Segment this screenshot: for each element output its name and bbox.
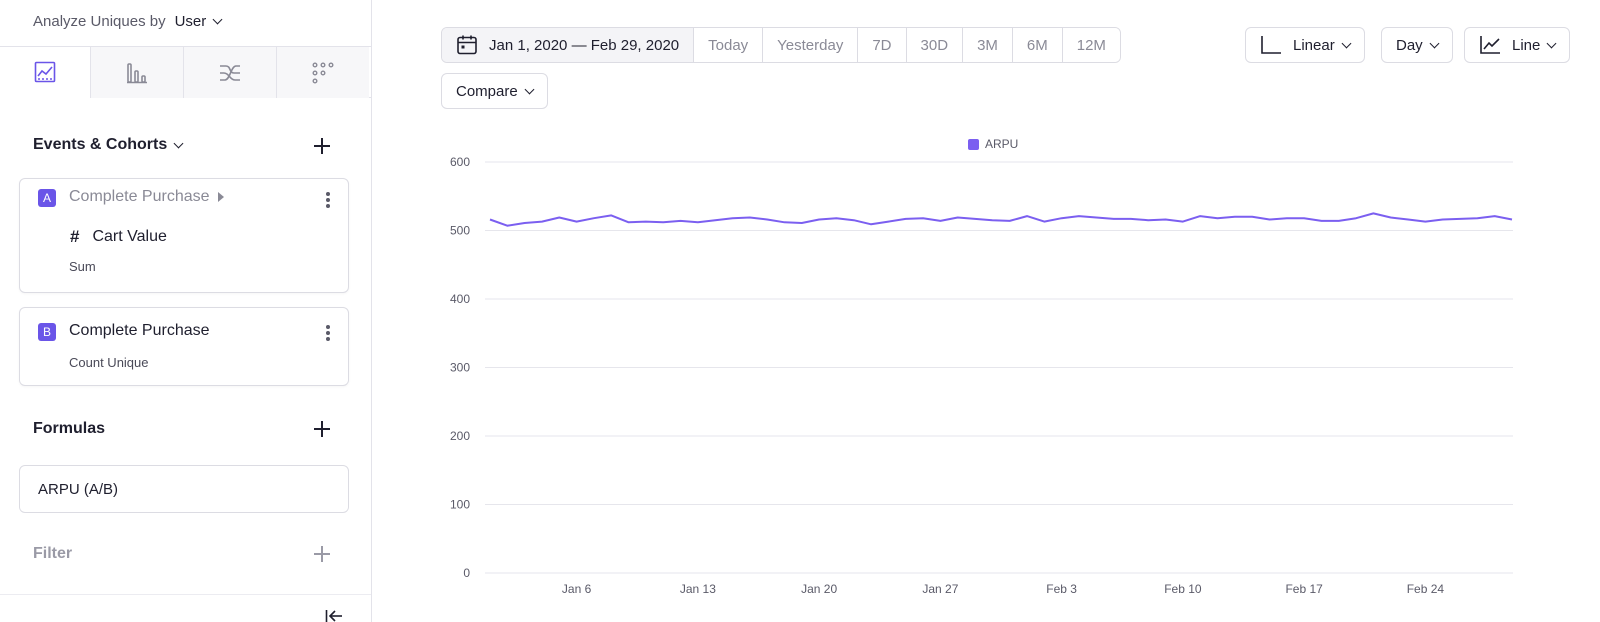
preset-7d[interactable]: 7D xyxy=(857,28,906,62)
tab-flows[interactable] xyxy=(183,47,276,98)
tab-funnels[interactable] xyxy=(90,47,183,98)
x-tick-label: Jan 6 xyxy=(562,582,592,596)
more-options-icon[interactable] xyxy=(326,192,330,208)
date-range-group: Jan 1, 2020 — Feb 29, 2020 Today Yesterd… xyxy=(441,27,1121,63)
analyze-by-select[interactable]: User xyxy=(174,12,223,30)
more-options-icon[interactable] xyxy=(326,325,330,341)
sidebar-footer xyxy=(0,594,371,622)
analyze-by-label: Analyze Uniques by xyxy=(33,12,166,30)
line-chart-icon xyxy=(1480,36,1500,54)
y-tick-label: 500 xyxy=(450,224,470,238)
x-tick-label: Feb 24 xyxy=(1407,582,1445,596)
x-tick-label: Jan 27 xyxy=(922,582,958,596)
collapse-sidebar-icon[interactable] xyxy=(325,609,343,622)
preset-6m[interactable]: 6M xyxy=(1011,28,1062,62)
y-tick-label: 300 xyxy=(450,361,470,375)
x-tick-label: Feb 3 xyxy=(1046,582,1077,596)
query-sidebar: Analyze Uniques by User Events & Cohorts… xyxy=(0,0,372,622)
x-tick-label: Jan 13 xyxy=(680,582,716,596)
chevron-down-icon xyxy=(1341,38,1352,48)
preset-30d[interactable]: 30D xyxy=(905,28,963,62)
formula-label: ARPU (A/B) xyxy=(38,480,119,498)
analyze-by-value: User xyxy=(174,12,207,30)
chevron-down-icon xyxy=(1429,38,1440,48)
line-chart: 0 100 200 300 400 500 600 Jan 6 Jan 13 Jan 20 Jan … xyxy=(450,155,1513,596)
event-card-b[interactable]: B Complete Purchase Count Unique xyxy=(19,307,349,386)
grid-dots-icon xyxy=(312,62,334,84)
add-filter-button[interactable] xyxy=(314,546,330,562)
axis-scale-icon xyxy=(1261,36,1281,54)
event-name-label: Complete Purchase xyxy=(69,188,210,205)
event-name[interactable]: Complete Purchase xyxy=(69,188,224,206)
event-property-label: Cart Value xyxy=(92,228,167,245)
date-range-picker[interactable]: Jan 1, 2020 — Feb 29, 2020 xyxy=(442,28,694,62)
visualization-tabs xyxy=(0,46,371,98)
y-tick-label: 600 xyxy=(450,155,470,169)
formulas-header: Formulas xyxy=(33,420,105,438)
compare-button[interactable]: Compare xyxy=(441,73,548,109)
preset-today[interactable]: Today xyxy=(693,28,763,62)
y-tick-label: 200 xyxy=(450,429,470,443)
formulas-title: Formulas xyxy=(33,420,106,437)
chart-area: 0 100 200 300 400 500 600 Jan 6 Jan 13 Jan 20 Jan … xyxy=(440,128,1570,618)
add-event-button[interactable] xyxy=(314,138,330,154)
events-cohorts-header[interactable]: Events & Cohorts xyxy=(33,136,184,154)
x-tick-label: Jan 20 xyxy=(801,582,837,596)
tab-retention[interactable] xyxy=(276,47,369,98)
number-icon: # xyxy=(70,227,80,246)
insights-icon xyxy=(34,61,56,83)
preset-3m[interactable]: 3M xyxy=(962,28,1012,62)
bar-chart-icon xyxy=(127,62,147,83)
analyze-by: Analyze Uniques by User xyxy=(33,10,223,32)
interval-value: Day xyxy=(1396,36,1423,54)
chevron-down-icon xyxy=(524,84,535,94)
interval-dropdown[interactable]: Day xyxy=(1381,27,1453,63)
app-window: Analyze Uniques by User Events & Cohorts… xyxy=(0,0,1600,622)
event-badge: B xyxy=(38,323,56,341)
scale-dropdown[interactable]: Linear xyxy=(1245,27,1365,63)
x-tick-label: Feb 10 xyxy=(1164,582,1202,596)
x-tick-label: Feb 17 xyxy=(1285,582,1323,596)
chevron-down-icon xyxy=(173,138,184,148)
formula-card[interactable]: ARPU (A/B) xyxy=(19,465,349,513)
caret-right-icon xyxy=(217,192,224,202)
preset-12m[interactable]: 12M xyxy=(1061,28,1120,62)
scale-value: Linear xyxy=(1293,36,1335,54)
date-range-label: Jan 1, 2020 — Feb 29, 2020 xyxy=(489,36,680,54)
filter-header: Filter xyxy=(33,545,73,562)
event-badge: A xyxy=(38,189,56,207)
y-tick-label: 0 xyxy=(463,566,470,580)
event-aggregation[interactable]: Sum xyxy=(69,259,96,274)
chart-type-dropdown[interactable]: Line xyxy=(1464,27,1571,63)
flows-icon xyxy=(220,64,240,81)
chevron-down-icon xyxy=(212,14,223,24)
y-tick-label: 400 xyxy=(450,292,470,306)
series-line-arpu xyxy=(489,212,1513,227)
event-property[interactable]: # Cart Value xyxy=(70,227,167,247)
chevron-down-icon xyxy=(1546,38,1557,48)
events-cohorts-title: Events & Cohorts xyxy=(33,136,168,153)
y-tick-label: 100 xyxy=(450,498,470,512)
preset-yesterday[interactable]: Yesterday xyxy=(762,28,858,62)
tab-insights[interactable] xyxy=(0,47,90,98)
calendar-icon xyxy=(457,35,477,55)
compare-label: Compare xyxy=(456,82,518,100)
chart-type-value: Line xyxy=(1512,36,1541,54)
event-aggregation[interactable]: Count Unique xyxy=(69,355,149,370)
add-formula-button[interactable] xyxy=(314,421,330,437)
event-card-a[interactable]: A Complete Purchase # Cart Value Sum xyxy=(19,178,349,293)
event-name[interactable]: Complete Purchase xyxy=(69,322,210,340)
